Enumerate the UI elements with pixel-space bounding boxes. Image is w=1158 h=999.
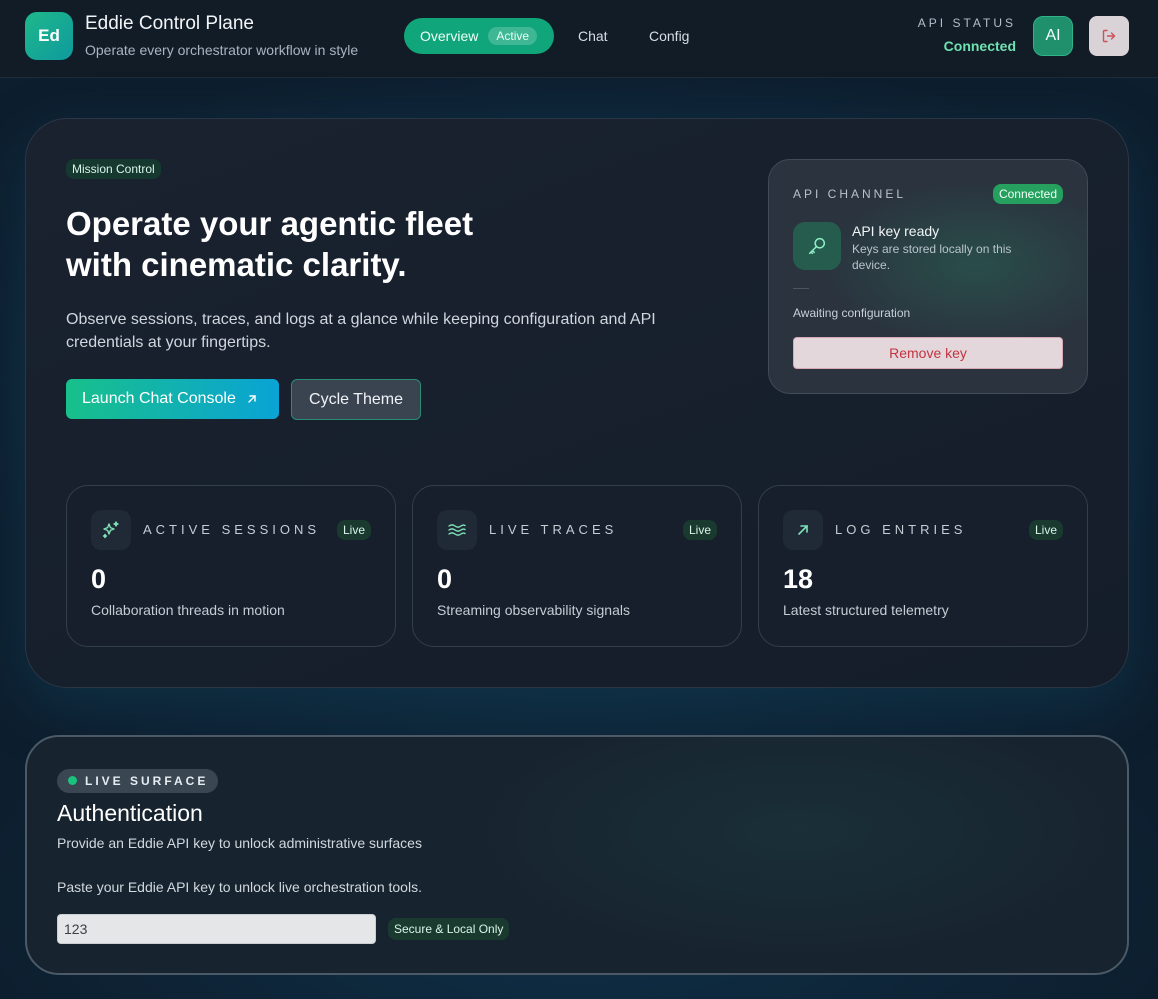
- authentication-panel: LIVE SURFACE Authentication Provide an E…: [25, 735, 1129, 975]
- api-key-description: Keys are stored locally on this device.: [852, 242, 1012, 272]
- live-badge: Live: [336, 520, 371, 540]
- nav-tab-config[interactable]: Config: [649, 28, 689, 44]
- stat-icon-container: [783, 510, 823, 550]
- stat-card-log-entries: LOG ENTRIES Live 18 Latest structured te…: [758, 485, 1088, 647]
- stat-card-live-traces: LIVE TRACES Live 0 Streaming observabili…: [412, 485, 742, 647]
- hero-description: Observe sessions, traces, and logs at a …: [66, 311, 656, 351]
- stat-value: 0: [437, 564, 453, 594]
- awaiting-configuration-text: Awaiting configuration: [793, 306, 911, 320]
- live-badge: Live: [682, 520, 717, 540]
- sparkles-icon: [102, 521, 119, 539]
- stat-label: LOG ENTRIES: [835, 522, 967, 537]
- mission-control-tag: Mission Control: [66, 159, 161, 179]
- api-key-input[interactable]: [57, 914, 376, 944]
- stat-label: ACTIVE SESSIONS: [143, 522, 321, 537]
- app-title: Eddie Control Plane: [85, 13, 254, 34]
- api-key-title: API key ready: [852, 223, 940, 239]
- launch-chat-console-button[interactable]: Launch Chat Console: [66, 379, 279, 419]
- remove-key-button[interactable]: Remove key: [793, 337, 1063, 369]
- app-logo: Ed: [25, 12, 73, 60]
- api-channel-status-badge: Connected: [992, 184, 1063, 204]
- cycle-theme-button[interactable]: Cycle Theme: [291, 379, 421, 420]
- ai-button[interactable]: AI: [1033, 16, 1073, 56]
- stat-icon-container: [91, 510, 131, 550]
- key-icon-container: [793, 222, 841, 270]
- app-subtitle: Operate every orchestrator workflow in s…: [85, 42, 359, 58]
- stat-card-active-sessions: ACTIVE SESSIONS Live 0 Collaboration thr…: [66, 485, 396, 647]
- auth-subtitle: Provide an Eddie API key to unlock admin…: [57, 835, 422, 851]
- hero-card: Mission Control Operate your agentic fle…: [25, 118, 1129, 688]
- secure-local-badge: Secure & Local Only: [388, 918, 510, 940]
- logout-icon: [1102, 29, 1116, 43]
- live-surface-label: LIVE SURFACE: [85, 774, 209, 788]
- auth-instructions: Paste your Eddie API key to unlock live …: [57, 879, 422, 895]
- auth-title: Authentication: [57, 800, 203, 826]
- api-status-label: API STATUS: [917, 16, 1016, 30]
- arrow-up-right-icon: [248, 395, 256, 403]
- api-status-value: Connected: [943, 38, 1016, 54]
- stat-icon-container: [437, 510, 477, 550]
- stat-description: Streaming observability signals: [437, 602, 630, 618]
- nav-tab-overview[interactable]: Overview Active: [404, 18, 554, 54]
- key-icon: [808, 237, 826, 255]
- api-channel-card: API CHANNEL Connected API key ready Keys…: [768, 159, 1088, 394]
- stat-value: 18: [783, 564, 814, 594]
- stat-description: Collaboration threads in motion: [91, 602, 285, 618]
- waves-icon: [448, 524, 466, 536]
- nav-tab-chat[interactable]: Chat: [578, 28, 608, 44]
- stat-value: 0: [91, 564, 107, 594]
- logout-button[interactable]: [1089, 16, 1129, 56]
- live-surface-pill: LIVE SURFACE: [57, 769, 219, 793]
- divider: [793, 288, 809, 289]
- launch-chat-console-label: Launch Chat Console: [82, 390, 236, 407]
- status-dot-icon: [68, 776, 77, 785]
- stat-description: Latest structured telemetry: [783, 602, 949, 618]
- api-channel-label: API CHANNEL: [793, 187, 907, 201]
- top-header: Ed Eddie Control Plane Operate every orc…: [0, 0, 1158, 78]
- hero-title: Operate your agentic fleet with cinemati…: [66, 205, 474, 283]
- active-badge: Active: [488, 27, 538, 45]
- stat-label: LIVE TRACES: [489, 522, 618, 537]
- nav-tab-overview-label: Overview: [420, 28, 479, 44]
- arrow-up-right-icon: [798, 525, 808, 535]
- live-badge: Live: [1028, 520, 1063, 540]
